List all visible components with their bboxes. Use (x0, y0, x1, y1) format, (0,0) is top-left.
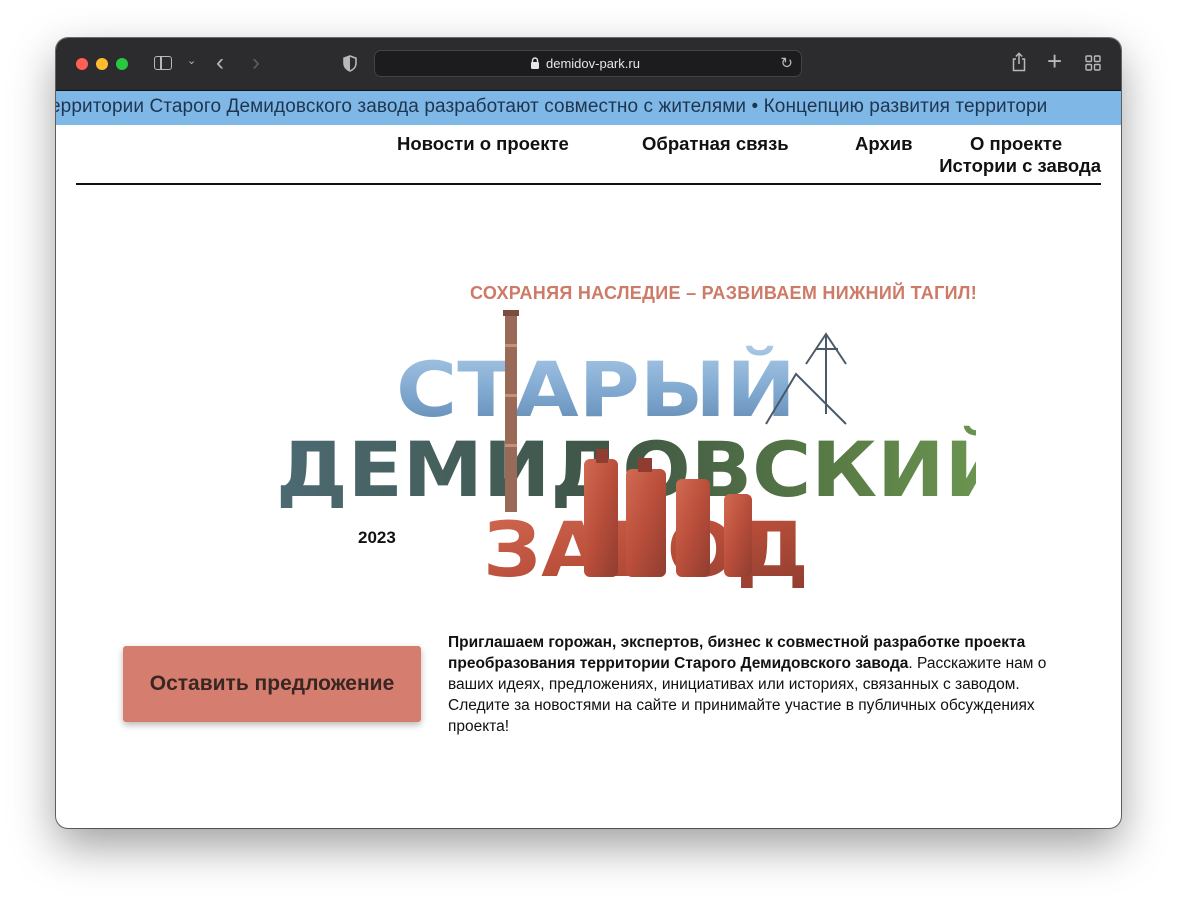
chevron-down-icon[interactable]: ⌄ (187, 54, 196, 67)
nav-link-feedback[interactable]: Обратная связь (642, 133, 789, 155)
nav-link-about[interactable]: О проекте (970, 133, 1062, 155)
hero-slogan: СОХРАНЯЯ НАСЛЕДИЕ – РАЗВИВАЕМ НИЖНИЙ ТАГ… (470, 283, 978, 303)
intro-paragraph: Приглашаем горожан, экспертов, бизнес к … (448, 632, 1048, 737)
nav-link-stories[interactable]: Истории с завода (939, 155, 1101, 177)
tab-overview-icon[interactable] (1085, 55, 1101, 71)
zoom-window-button[interactable] (116, 58, 128, 70)
sidebar-icon[interactable] (154, 56, 172, 70)
share-icon[interactable] (1011, 52, 1027, 72)
nav-divider (76, 183, 1101, 185)
reload-icon[interactable]: ↻ (780, 54, 793, 72)
chimney-illustration (503, 310, 519, 512)
url-text: demidov-park.ru (546, 56, 640, 71)
leave-proposal-button[interactable]: Оставить предложение (123, 646, 421, 722)
site-nav: Новости о проекте Обратная связь Архив О… (56, 125, 1121, 185)
ticker-text: ерритории Старого Демидовского завода ра… (56, 96, 1048, 117)
browser-toolbar: ⌄ ‹ › demidov-park.ru ↻ + (56, 38, 1121, 91)
news-ticker[interactable]: ерритории Старого Демидовского завода ра… (56, 91, 1121, 125)
browser-window: ⌄ ‹ › demidov-park.ru ↻ + ерритории Стар… (56, 38, 1121, 828)
hero-title-line-1: СТАРЫЙ (396, 345, 796, 434)
forward-arrow-icon[interactable]: › (252, 49, 260, 77)
nav-link-news[interactable]: Новости о проекте (397, 133, 569, 155)
hero-year: 2023 (358, 528, 396, 547)
minimize-window-button[interactable] (96, 58, 108, 70)
address-bar[interactable]: demidov-park.ru ↻ (374, 50, 802, 77)
shield-icon[interactable] (343, 55, 357, 72)
nav-link-archive[interactable]: Архив (855, 133, 912, 155)
lock-icon (531, 57, 539, 69)
hero-title-graphic: СТАРЫЙ ДЕМИДОВСКИЙ ЗАВОД (276, 310, 976, 594)
close-window-button[interactable] (76, 58, 88, 70)
back-arrow-icon[interactable]: ‹ (216, 49, 224, 77)
plus-icon[interactable]: + (1047, 46, 1062, 77)
